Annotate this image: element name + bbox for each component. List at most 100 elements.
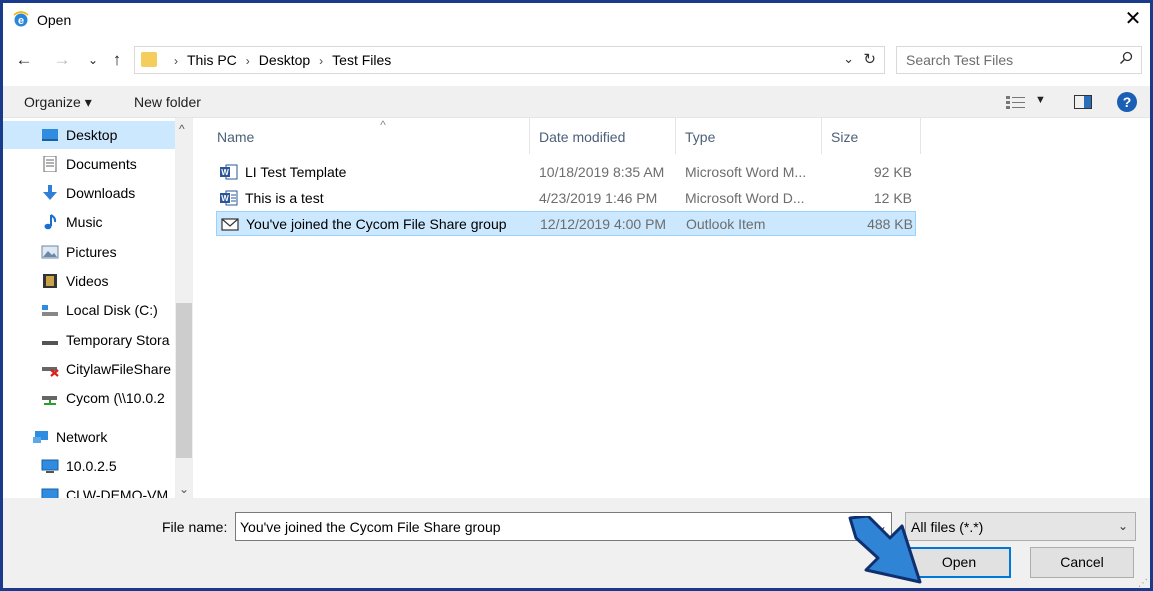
search-placeholder: Search Test Files — [906, 52, 1014, 68]
sidebar-item-label: Documents — [66, 156, 137, 172]
svg-text:W: W — [221, 168, 229, 177]
file-row-selected[interactable]: You've joined the Cycom File Share group… — [216, 211, 916, 236]
file-name-value: You've joined the Cycom File Share group — [240, 519, 501, 535]
open-dialog: e Open ✕ ← → ⌄ ↑ › This PC › Desktop › Test F… — [0, 0, 1153, 591]
address-history-chevron-icon[interactable]: ⌄ — [843, 51, 854, 67]
column-header-label: Size — [831, 129, 859, 145]
search-icon — [1119, 51, 1133, 65]
desktop-icon — [42, 129, 58, 141]
breadcrumb-test-files[interactable]: Test Files — [332, 52, 391, 68]
sidebar-item-local-disk[interactable]: Local Disk (C:) — [3, 296, 175, 324]
sidebar-item-label: 10.0.2.5 — [66, 458, 117, 474]
breadcrumb-separator-icon: › — [245, 54, 250, 68]
sidebar-item-downloads[interactable]: Downloads — [3, 179, 175, 207]
file-date: 4/23/2019 1:46 PM — [539, 190, 658, 206]
sidebar-item-label: Cycom (\\10.0.2 — [66, 390, 165, 406]
sort-ascending-icon: ^ — [380, 118, 386, 132]
sidebar-item-label: Videos — [66, 273, 109, 289]
sidebar-item-label: Downloads — [66, 185, 136, 201]
file-name-label: File name: — [162, 519, 228, 535]
command-bar: Organize ▾ New folder ▼ ? — [3, 86, 1150, 118]
file-size: 12 KB — [873, 190, 912, 206]
svg-text:e: e — [18, 15, 24, 27]
network-drive-disconnected-icon — [42, 367, 59, 377]
navigation-scrollbar[interactable]: ^ ⌄ — [175, 118, 193, 498]
computer-icon — [41, 488, 59, 498]
sidebar-item-temporary-storage[interactable]: Temporary Stora — [3, 326, 175, 354]
documents-icon — [43, 156, 57, 172]
column-header-type[interactable]: Type — [676, 118, 822, 154]
word-template-icon: W — [220, 164, 238, 180]
callout-arrow-icon — [848, 516, 922, 584]
file-date: 12/12/2019 4:00 PM — [540, 216, 667, 232]
drive-icon — [42, 341, 58, 345]
file-row[interactable]: W This is a test 4/23/2019 1:46 PM Micro… — [216, 186, 916, 211]
scroll-down-icon[interactable]: ⌄ — [179, 482, 189, 496]
up-arrow-icon[interactable]: ↑ — [107, 49, 127, 71]
downloads-icon — [43, 185, 57, 200]
sidebar-item-clw-demo-vm[interactable]: CLW-DEMO-VM — [3, 481, 175, 498]
sidebar-item-desktop[interactable]: Desktop — [3, 121, 175, 149]
folder-icon — [141, 52, 157, 67]
file-name: LI Test Template — [245, 164, 347, 180]
navigation-pane: Desktop Documents Downloads Music Pictur… — [3, 118, 193, 498]
file-name-input[interactable]: You've joined the Cycom File Share group… — [235, 512, 892, 541]
scroll-up-icon[interactable]: ^ — [179, 122, 185, 136]
sidebar-item-citylawfileshare[interactable]: CitylawFileShare — [3, 355, 175, 383]
column-header-date-modified[interactable]: Date modified — [530, 118, 676, 154]
network-icon — [33, 431, 48, 443]
file-size: 92 KB — [873, 164, 912, 180]
sidebar-item-music[interactable]: Music — [3, 208, 175, 236]
scrollbar-thumb[interactable] — [176, 303, 192, 458]
column-header-label: Date modified — [539, 129, 626, 145]
sidebar-item-label: CitylawFileShare — [66, 361, 172, 377]
file-type: Microsoft Word M... — [685, 164, 807, 180]
new-folder-button[interactable]: New folder — [134, 94, 201, 110]
breadcrumb-separator-icon: › — [319, 54, 324, 68]
help-icon[interactable]: ? — [1117, 92, 1137, 112]
network-drive-icon — [42, 396, 57, 405]
breadcrumb-separator-icon: › — [174, 54, 178, 68]
sidebar-item-documents[interactable]: Documents — [3, 150, 175, 178]
organize-button[interactable]: Organize ▾ — [24, 94, 92, 111]
view-options-dropdown-icon[interactable]: ▼ — [1035, 94, 1046, 106]
column-header-label: Name — [217, 129, 255, 145]
sidebar-item-label: Desktop — [66, 127, 118, 143]
sidebar-item-10-0-2-5[interactable]: 10.0.2.5 — [3, 452, 175, 480]
window-title: Open — [37, 12, 72, 28]
sidebar-item-cycom[interactable]: Cycom (\\10.0.2 — [3, 384, 175, 412]
file-row[interactable]: W LI Test Template 10/18/2019 8:35 AM Mi… — [216, 160, 916, 185]
file-type-select[interactable]: All files (*.*) ⌄ — [905, 512, 1136, 541]
sidebar-item-label: Network — [56, 429, 108, 445]
refresh-icon[interactable]: ↻ — [863, 50, 876, 68]
computer-icon — [41, 459, 59, 473]
resize-grip-icon[interactable]: ⋰ — [1138, 578, 1148, 588]
column-header-name[interactable]: Name ^ — [208, 118, 530, 154]
breadcrumb-desktop[interactable]: Desktop — [259, 52, 310, 68]
svg-text:W: W — [221, 194, 229, 203]
sidebar-item-videos[interactable]: Videos — [3, 267, 175, 295]
forward-arrow-icon[interactable]: → — [52, 49, 72, 71]
file-name: You've joined the Cycom File Share group — [246, 216, 507, 232]
dialog-footer: File name: You've joined the Cycom File … — [3, 498, 1150, 588]
change-view-icon[interactable] — [1005, 95, 1027, 109]
breadcrumb-this-pc[interactable]: This PC — [187, 52, 237, 68]
sidebar-item-label: Local Disk (C:) — [66, 302, 158, 318]
file-size: 488 KB — [867, 216, 913, 232]
address-row: ← → ⌄ ↑ › This PC › Desktop › Test Files ⌄ ↻ … — [3, 43, 1150, 77]
close-icon[interactable]: ✕ — [1122, 8, 1144, 30]
column-header-size[interactable]: Size — [822, 118, 921, 154]
sidebar-item-pictures[interactable]: Pictures — [3, 238, 175, 266]
recent-locations-chevron-icon[interactable]: ⌄ — [83, 49, 103, 71]
search-box[interactable]: Search Test Files — [896, 46, 1142, 74]
pictures-icon — [41, 245, 59, 259]
file-date: 10/18/2019 8:35 AM — [539, 164, 665, 180]
cancel-button[interactable]: Cancel — [1030, 547, 1134, 578]
sidebar-item-label: CLW-DEMO-VM — [66, 487, 169, 498]
word-document-icon: W — [220, 190, 238, 206]
preview-pane-icon[interactable] — [1074, 95, 1092, 109]
file-name: This is a test — [245, 190, 324, 206]
address-bar[interactable]: › This PC › Desktop › Test Files ⌄ ↻ — [134, 46, 885, 74]
sidebar-item-network[interactable]: Network — [3, 423, 175, 451]
back-arrow-icon[interactable]: ← — [14, 49, 34, 71]
